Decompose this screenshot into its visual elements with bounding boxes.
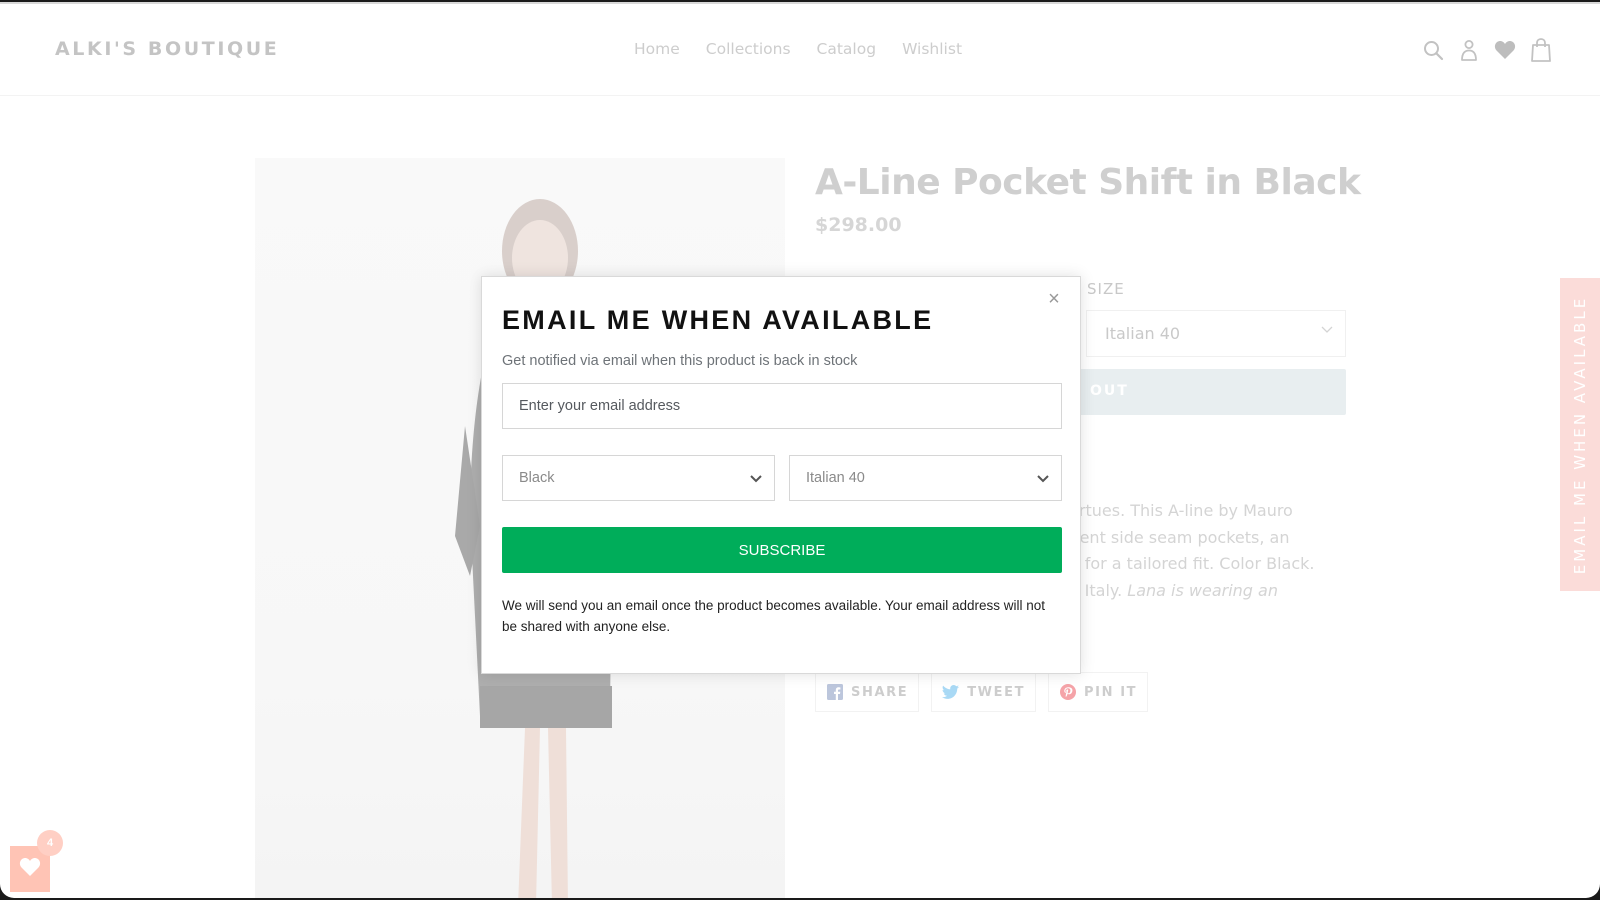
size-select[interactable]: Italian 40 <box>1086 310 1346 357</box>
color-select[interactable]: Black <box>502 455 775 501</box>
share-facebook-button[interactable]: SHARE <box>815 672 920 712</box>
facebook-icon <box>826 684 843 701</box>
search-icon[interactable] <box>1422 38 1444 62</box>
size-label: SIZE <box>1087 280 1125 298</box>
product-price: $298.00 <box>815 214 902 236</box>
size-select-value: Italian 40 <box>1105 324 1181 343</box>
heart-icon <box>19 857 41 882</box>
nav-wishlist[interactable]: Wishlist <box>902 40 962 58</box>
size-variant-select[interactable]: Italian 40 <box>789 455 1062 501</box>
chevron-down-icon <box>1035 470 1051 486</box>
share-pinterest-button[interactable]: PIN IT <box>1048 672 1149 712</box>
sold-out-button[interactable]: OUT <box>1060 369 1346 415</box>
share-pinterest-label: PIN IT <box>1084 684 1138 700</box>
main-nav: Home Collections Catalog Wishlist <box>634 40 962 58</box>
chevron-down-icon <box>748 470 764 486</box>
close-icon[interactable]: × <box>1044 289 1064 309</box>
twitter-icon <box>942 684 960 701</box>
header-icons <box>1422 38 1552 62</box>
subscribe-button[interactable]: SUBSCRIBE <box>502 527 1062 573</box>
product-title: A-Line Pocket Shift in Black <box>815 162 1361 203</box>
share-twitter-button[interactable]: TWEET <box>931 672 1037 712</box>
modal-title: EMAIL ME WHEN AVAILABLE <box>502 305 934 335</box>
sold-out-label: OUT <box>1090 383 1129 399</box>
description-italic: Lana is wearing an <box>1127 580 1278 600</box>
email-input[interactable] <box>502 383 1062 429</box>
share-facebook-label: SHARE <box>851 684 909 700</box>
store-logo[interactable]: ALKI'S BOUTIQUE <box>55 38 279 60</box>
site-header: ALKI'S BOUTIQUE Home Collections Catalog… <box>0 4 1600 96</box>
privacy-note: We will send you an email once the produ… <box>502 598 1046 634</box>
nav-home[interactable]: Home <box>634 40 680 58</box>
share-twitter-label: TWEET <box>967 684 1026 700</box>
social-share: SHARE TWEET PIN IT <box>815 672 1149 712</box>
nav-collections[interactable]: Collections <box>706 40 791 58</box>
account-icon[interactable] <box>1458 38 1480 62</box>
modal-subtitle: Get notified via email when this product… <box>502 353 858 369</box>
nav-catalog[interactable]: Catalog <box>817 40 877 58</box>
product-page: ALKI'S BOUTIQUE Home Collections Catalog… <box>0 2 1600 898</box>
email-when-available-side-tab[interactable]: EMAIL ME WHEN AVAILABLE <box>1560 278 1600 591</box>
color-select-value: Black <box>519 470 555 486</box>
cart-bag-icon[interactable] <box>1530 38 1552 62</box>
wishlist-heart-icon[interactable] <box>1494 38 1516 62</box>
side-tab-label: EMAIL ME WHEN AVAILABLE <box>1571 295 1589 574</box>
wishlist-count-badge: 4 <box>37 830 63 856</box>
email-when-available-modal: × EMAIL ME WHEN AVAILABLE Get notified v… <box>481 276 1081 674</box>
chevron-down-icon <box>1321 325 1333 337</box>
pinterest-icon <box>1059 684 1076 701</box>
size-variant-select-value: Italian 40 <box>806 470 865 486</box>
